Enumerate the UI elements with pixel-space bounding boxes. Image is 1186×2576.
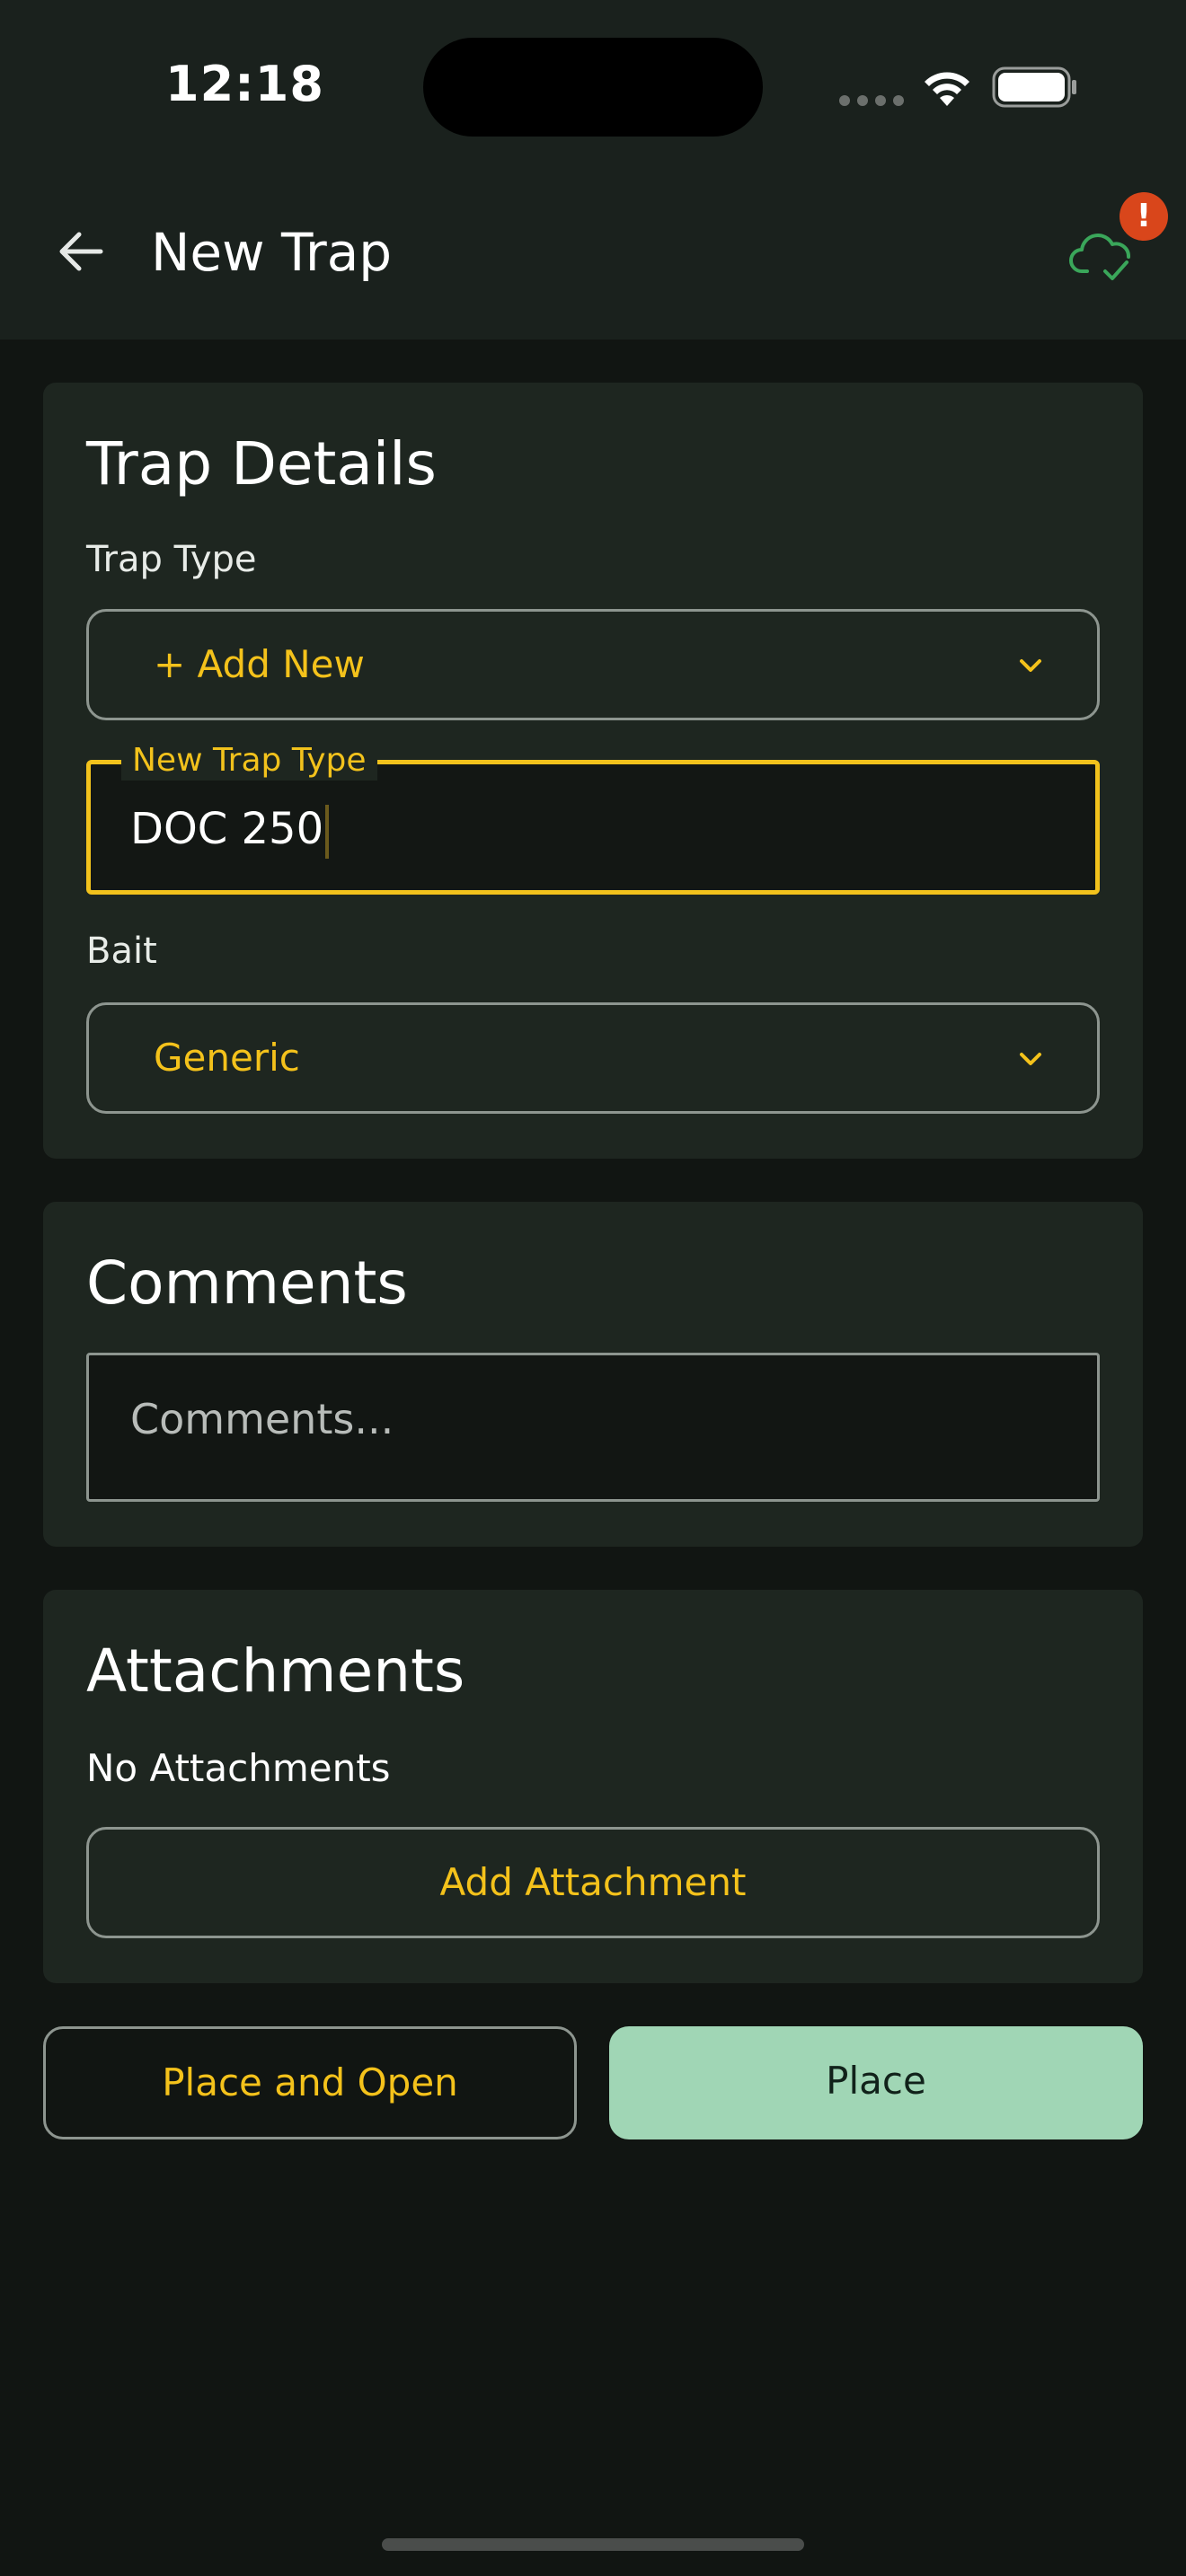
trap-details-card: Trap Details Trap Type + Add New New Tra… <box>43 383 1143 1159</box>
attachments-card: Attachments No Attachments Add Attachmen… <box>43 1590 1143 1983</box>
no-attachments-text: No Attachments <box>86 1746 391 1790</box>
cellular-signal-icon <box>839 95 904 106</box>
trap-type-value: + Add New <box>154 642 365 686</box>
alert-badge[interactable]: ! <box>1120 192 1168 241</box>
bait-value: Generic <box>154 1036 300 1080</box>
place-button[interactable]: Place <box>609 2026 1143 2139</box>
battery-icon <box>992 66 1076 108</box>
home-indicator[interactable] <box>382 2538 804 2551</box>
arrow-left-icon[interactable] <box>54 225 108 278</box>
page-title: New Trap <box>151 222 393 283</box>
bait-select[interactable]: Generic <box>86 1002 1100 1114</box>
comments-title: Comments <box>86 1248 408 1318</box>
chevron-down-icon <box>1020 659 1041 672</box>
attachments-title: Attachments <box>86 1636 465 1706</box>
bait-label: Bait <box>86 931 157 972</box>
add-attachment-button[interactable]: Add Attachment <box>86 1827 1100 1938</box>
app-screen: 12:18 New Trap ! Trap Details Trap Type <box>0 0 1186 2576</box>
new-trap-type-label: New Trap Type <box>121 741 377 781</box>
comments-placeholder: Comments... <box>130 1395 394 1443</box>
text-caret <box>325 805 330 859</box>
comments-input[interactable]: Comments... <box>86 1353 1100 1502</box>
trap-type-label: Trap Type <box>86 539 257 580</box>
wifi-icon <box>925 72 969 106</box>
trap-details-title: Trap Details <box>86 429 437 498</box>
dynamic-island <box>423 38 763 137</box>
new-trap-type-input-wrap: DOC 250 <box>130 804 330 859</box>
app-bar: 12:18 New Trap ! <box>0 0 1186 340</box>
place-and-open-button[interactable]: Place and Open <box>43 2026 577 2139</box>
chevron-down-icon <box>1020 1053 1041 1065</box>
status-time: 12:18 <box>165 56 324 112</box>
comments-card: Comments Comments... <box>43 1202 1143 1547</box>
trap-type-select[interactable]: + Add New <box>86 609 1100 720</box>
new-trap-type-input[interactable]: DOC 250 <box>130 804 323 854</box>
new-trap-type-field[interactable]: New Trap Type DOC 250 <box>86 741 1100 895</box>
